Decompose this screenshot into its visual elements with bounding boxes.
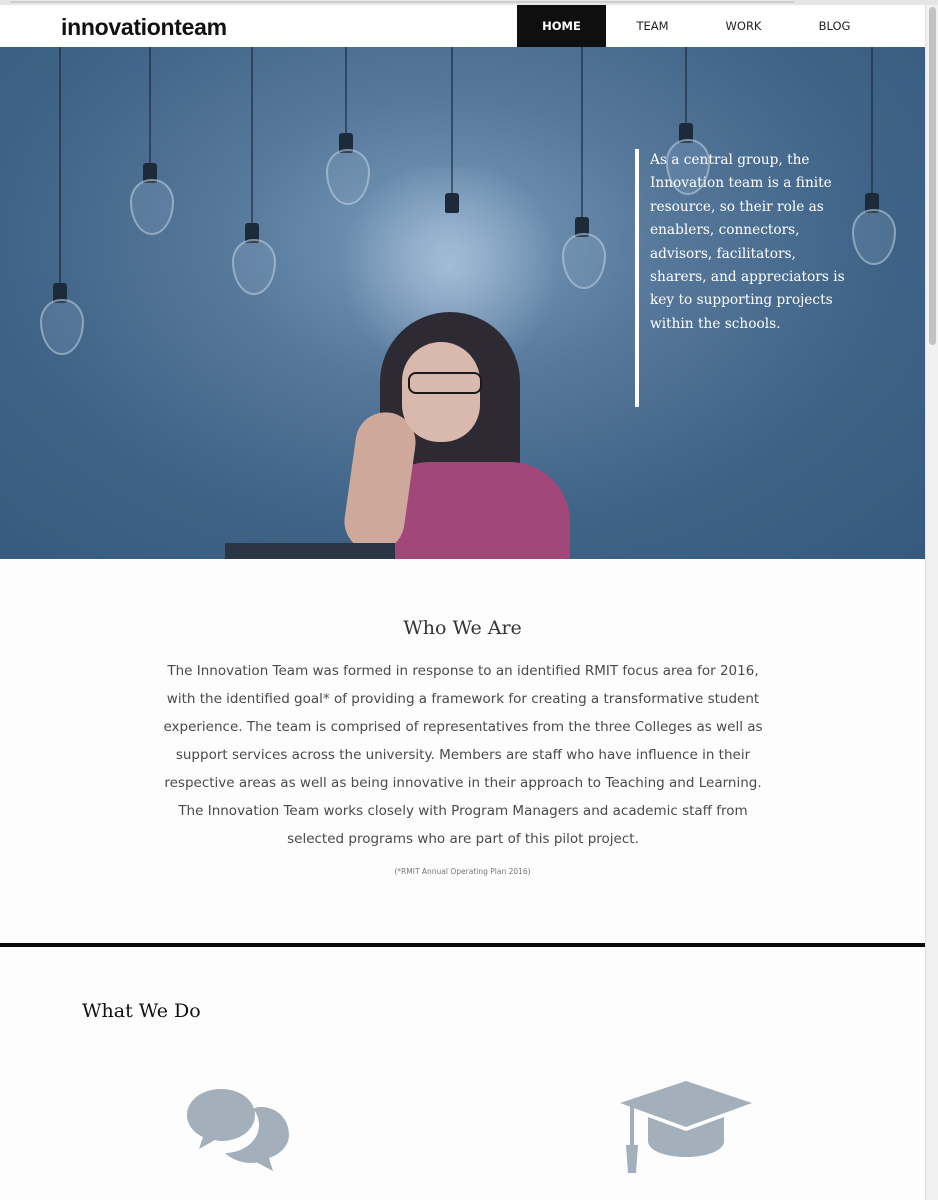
nav-team[interactable]: TEAM [608,5,697,47]
speech-bubbles-icon [187,1089,289,1171]
hero-person-illustration [330,312,590,559]
nav-home[interactable]: HOME [517,5,606,47]
scrollbar-thumb[interactable] [929,7,936,345]
page: innovationteam HOME TEAM WORK BLOG As a … [0,5,925,1200]
hero-quote-text: As a central group, the Innovation team … [650,152,845,332]
who-we-are-footnote: (*RMIT Annual Operating Plan 2016) [394,867,531,876]
who-we-are-section: Who We Are The Innovation Team was forme… [0,559,925,943]
nav-work[interactable]: WORK [699,5,788,47]
hero-banner: As a central group, the Innovation team … [0,47,925,559]
site-logo[interactable]: innovationteam [61,14,227,41]
nav-blog[interactable]: BLOG [790,5,879,47]
who-we-are-body: The Innovation Team was formed in respon… [163,663,763,847]
vertical-scrollbar[interactable] [925,5,938,1200]
graduation-cap-icon [620,1081,752,1173]
who-we-are-title: Who We Are [403,617,522,639]
what-we-do-section: What We Do [0,947,925,1200]
what-we-do-title: What We Do [82,1000,201,1022]
hero-quote: As a central group, the Innovation team … [635,149,845,407]
navbar: innovationteam HOME TEAM WORK BLOG [0,5,925,47]
main-nav: HOME TEAM WORK BLOG [517,5,879,47]
laptop-shape [225,543,395,559]
